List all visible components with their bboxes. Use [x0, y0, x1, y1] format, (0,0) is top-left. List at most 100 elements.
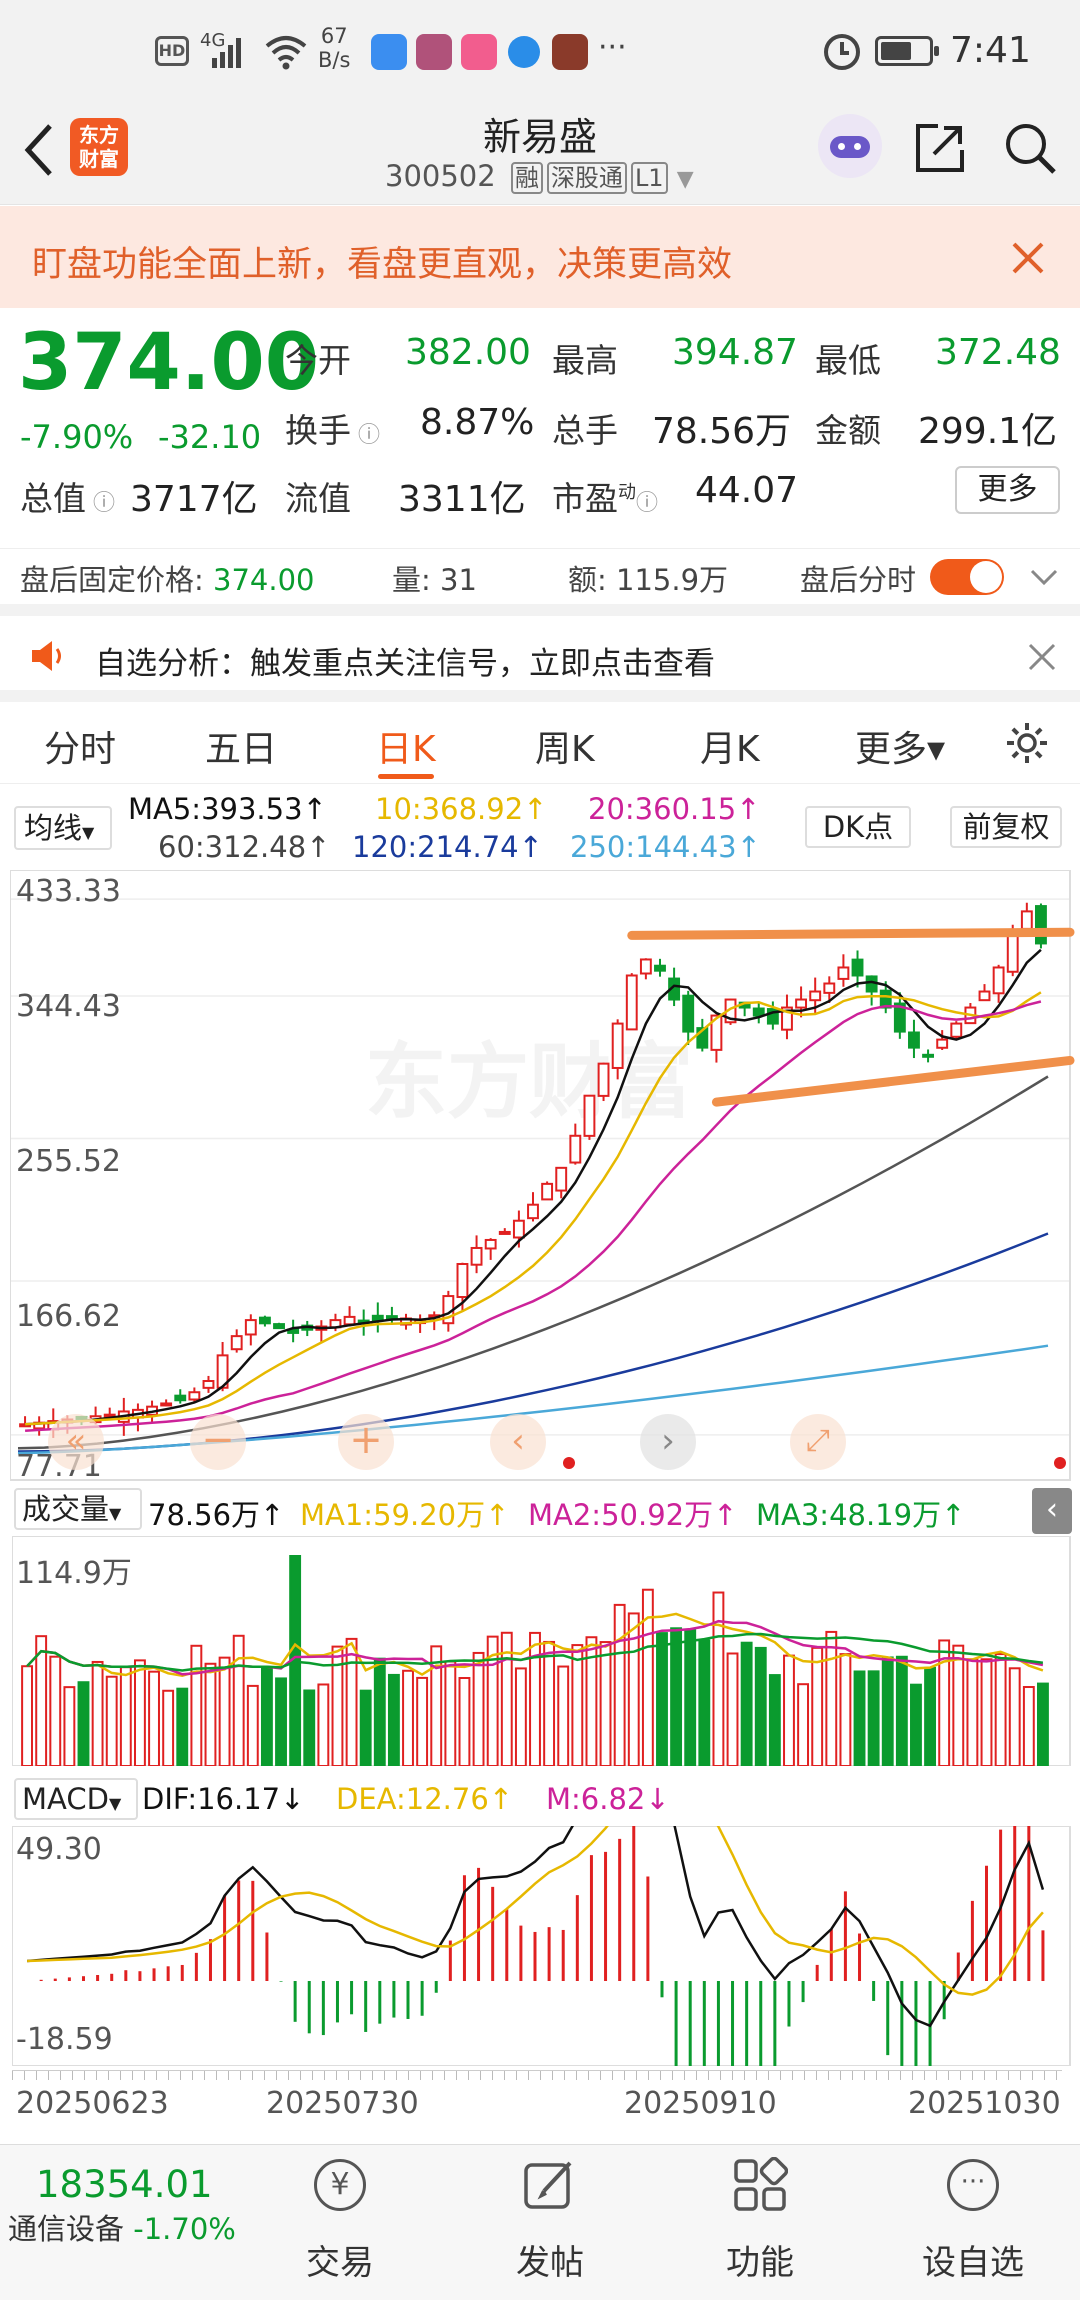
- mktcap-value: 3717亿: [130, 479, 258, 520]
- bilibili-app-icon: [461, 34, 497, 70]
- volume-bar: [684, 1629, 697, 1766]
- trendline-upper: [627, 927, 1075, 940]
- tab-more[interactable]: 更多▾: [855, 720, 945, 772]
- candle: [1035, 905, 1047, 945]
- volume-bar: [317, 1683, 330, 1766]
- tab-intraday[interactable]: 分时: [44, 720, 116, 772]
- volume-bar: [232, 1634, 245, 1766]
- after-hours-row: 盘后固定价格: 374.00 量: 31 额: 115.9万 盘后分时: [0, 548, 1080, 604]
- volume-bar: [881, 1656, 894, 1766]
- zoom-in-icon[interactable]: +: [338, 1414, 394, 1470]
- candle: [837, 966, 850, 980]
- close-icon[interactable]: [1027, 642, 1057, 672]
- signal-notice[interactable]: 自选分析：触发重点关注信号，立即点击查看: [0, 604, 1080, 702]
- volume-bar: [345, 1637, 358, 1766]
- more-button[interactable]: 更多: [955, 466, 1060, 514]
- close-icon[interactable]: [1010, 240, 1046, 276]
- candle: [1006, 934, 1019, 973]
- candle: [498, 1230, 511, 1235]
- candle: [936, 1038, 949, 1049]
- sz-connect-tag: 深股通: [546, 162, 627, 194]
- step-right-icon[interactable]: ›: [640, 1414, 696, 1470]
- volume-bar: [994, 1653, 1007, 1766]
- cellular-signal-icon: 4G: [200, 30, 241, 68]
- share-icon[interactable]: [912, 120, 968, 176]
- candle: [470, 1246, 483, 1266]
- volume-value: 78.56万: [652, 411, 792, 452]
- date-axis-label: 20250623: [16, 2086, 169, 2121]
- candle: [597, 1062, 610, 1097]
- macd-axis-min: -18.59: [16, 2022, 113, 2057]
- fullscreen-icon[interactable]: ⤢: [790, 1414, 846, 1470]
- signal-dot: [1054, 1457, 1066, 1469]
- active-tab-indicator: [378, 774, 434, 779]
- change-amount: -32.10: [158, 418, 262, 456]
- high-value: 394.87: [672, 332, 798, 373]
- search-icon[interactable]: [1002, 120, 1058, 176]
- volume-bar: [1022, 1686, 1035, 1766]
- volume-bar: [768, 1674, 781, 1766]
- volume-bar: [91, 1660, 104, 1766]
- float-cap-label: 流值: [285, 479, 351, 518]
- candle: [809, 990, 822, 1002]
- volume-bar: [359, 1689, 372, 1766]
- tab-daily-k[interactable]: 日K: [376, 720, 436, 772]
- collapse-panel-icon[interactable]: ‹: [1032, 1488, 1072, 1534]
- chevron-down-icon[interactable]: [1030, 567, 1058, 587]
- info-icon[interactable]: ⓘ: [351, 423, 380, 448]
- volume-bar: [77, 1681, 90, 1766]
- ai-assistant-icon[interactable]: [818, 114, 882, 178]
- after-hours-toggle[interactable]: [930, 559, 1004, 595]
- candle: [258, 1316, 271, 1325]
- volume-bar: [613, 1603, 626, 1766]
- ma-selector[interactable]: 均线▼: [14, 806, 112, 850]
- candle: [371, 1314, 384, 1322]
- volume-bar: [1008, 1667, 1021, 1766]
- volume-bar: [670, 1627, 683, 1766]
- kline-chart[interactable]: 东方财富: [10, 870, 1080, 1490]
- gear-icon[interactable]: [1004, 720, 1050, 766]
- macd-selector[interactable]: MACD▼: [14, 1778, 138, 1820]
- volume-bar: [910, 1683, 922, 1766]
- pe-label: 市盈动ⓘ: [552, 479, 659, 518]
- after-hours-toggle-label: 盘后分时: [800, 563, 917, 597]
- dk-point-button[interactable]: DK点: [805, 806, 911, 848]
- date-axis-label: 20250730: [266, 2086, 419, 2121]
- volume-bar: [514, 1667, 527, 1766]
- volume-bar: [218, 1656, 231, 1766]
- volume-bar: [119, 1666, 132, 1766]
- quote-panel: 374.00 -7.90% -32.10 今开 382.00 最高 394.87…: [0, 308, 1080, 548]
- macd-chart[interactable]: [12, 1826, 1072, 2066]
- volume-selector[interactable]: 成交量▼: [14, 1488, 142, 1530]
- last-price: 374.00: [18, 318, 319, 408]
- scroll-left-icon[interactable]: «: [48, 1414, 104, 1470]
- low-value: 372.48: [935, 332, 1061, 373]
- after-hours-amount: 额: 115.9万: [568, 563, 729, 597]
- candle: [908, 1031, 920, 1049]
- macd-m-legend: M:6.82↓: [546, 1782, 670, 1816]
- step-left-icon[interactable]: ‹: [490, 1414, 546, 1470]
- tab-weekly-k[interactable]: 周K: [535, 720, 595, 772]
- candle: [950, 1022, 963, 1038]
- info-icon[interactable]: ⓘ: [636, 491, 658, 516]
- promo-banner[interactable]: 盯盘功能全面上新，看盘更直观，决策更高效: [0, 206, 1080, 308]
- info-icon[interactable]: ⓘ: [86, 491, 115, 516]
- volume-bar: [754, 1646, 767, 1766]
- turnover-value: 8.87%: [420, 402, 535, 443]
- volume-chart[interactable]: [12, 1536, 1072, 1766]
- candle: [823, 982, 836, 994]
- tab-monthly-k[interactable]: 月K: [700, 720, 760, 772]
- turnover-label: 换手 ⓘ: [285, 411, 380, 450]
- stock-code-row[interactable]: 300502 融深股通 L1 ▼: [385, 158, 694, 194]
- volume-bar: [444, 1660, 457, 1766]
- adjust-button[interactable]: 前复权: [950, 806, 1062, 848]
- zoom-out-icon[interactable]: −: [190, 1414, 246, 1470]
- volume-bar: [924, 1666, 937, 1766]
- candle: [639, 958, 652, 975]
- tab-five-day[interactable]: 五日: [205, 720, 277, 772]
- sector-index[interactable]: 18354.01 通信设备 -1.70%: [8, 2163, 248, 2248]
- back-arrow-icon[interactable]: [20, 120, 60, 180]
- volume-bar: [275, 1677, 287, 1766]
- candle: [202, 1380, 215, 1389]
- candle: [752, 1007, 765, 1017]
